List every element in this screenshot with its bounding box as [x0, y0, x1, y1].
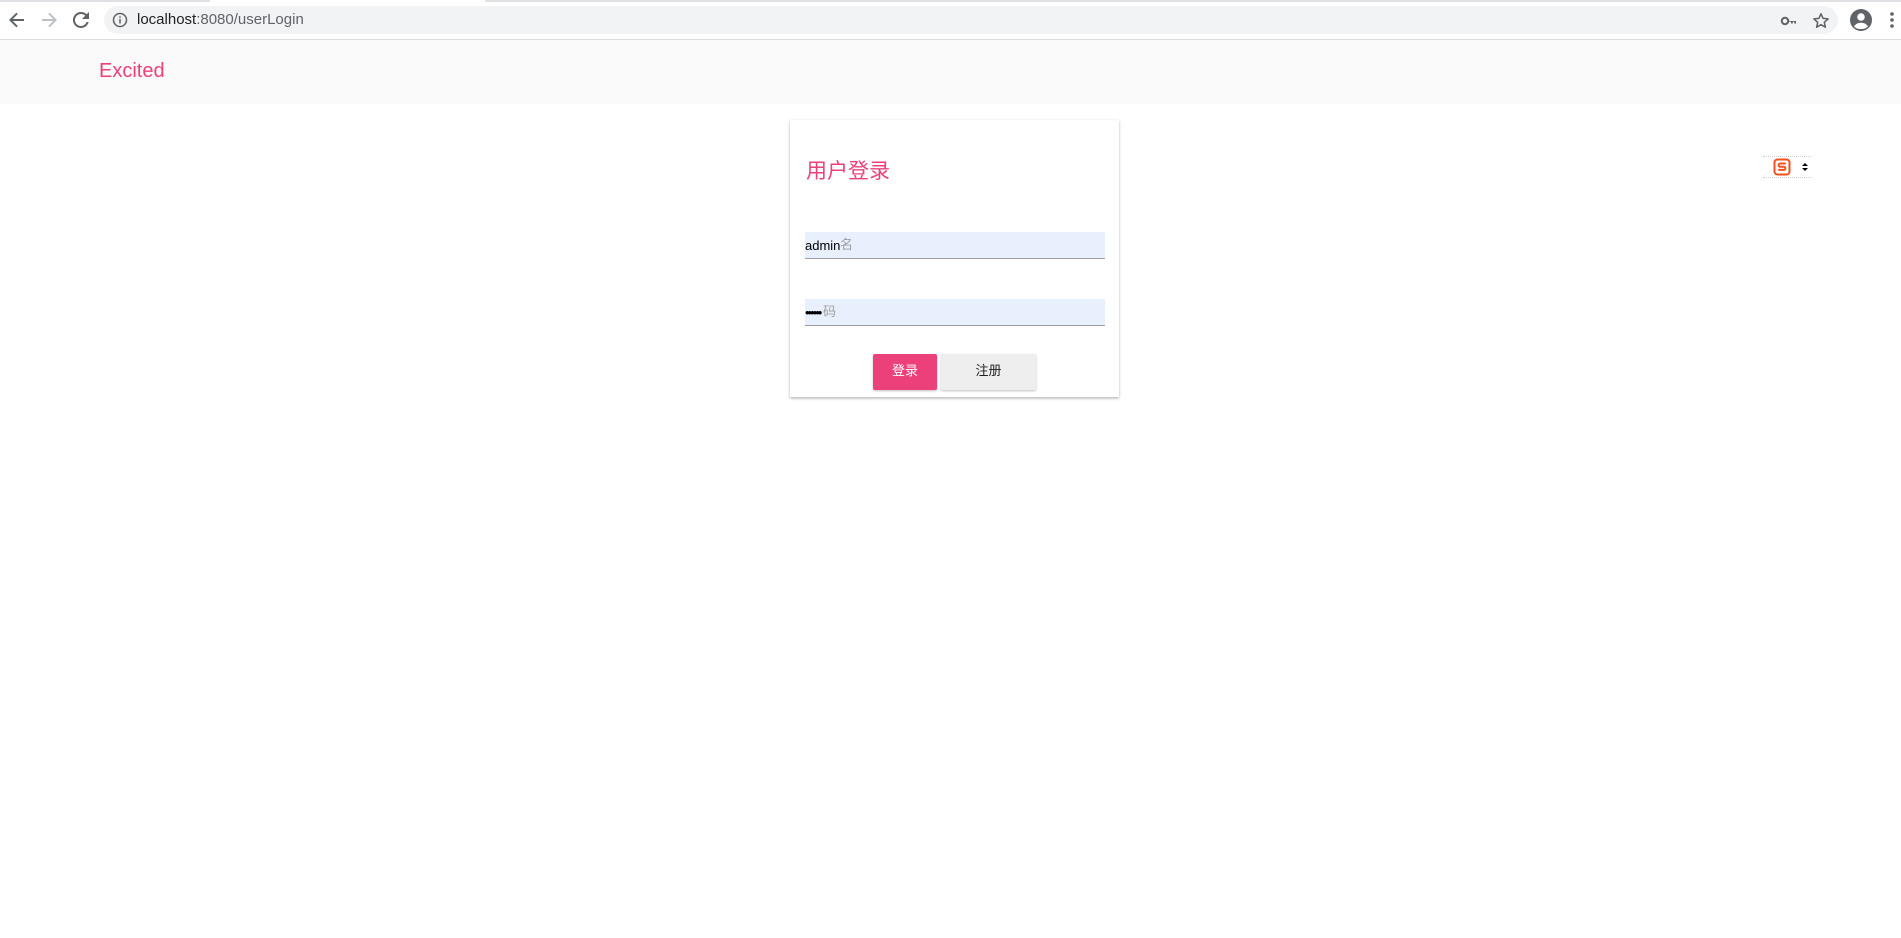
- username-hint: 名: [840, 238, 854, 253]
- back-button[interactable]: [5, 8, 29, 32]
- address-bar[interactable]: localhost:8080/userLogin: [104, 6, 1838, 34]
- url-text[interactable]: localhost:8080/userLogin: [137, 11, 304, 29]
- password-value: ••••••: [805, 305, 822, 320]
- tab-edge-right: [485, 0, 1901, 2]
- login-title: 用户登录: [806, 159, 890, 183]
- caret-icon[interactable]: [1801, 161, 1809, 173]
- back-arrow-icon: [9, 12, 24, 28]
- login-button[interactable]: 登录: [873, 354, 937, 390]
- username-input[interactable]: admin 名: [805, 232, 1105, 259]
- key-icon[interactable]: [1780, 12, 1798, 30]
- app-header: Excited: [0, 40, 1901, 104]
- tab-strip-edge: [0, 0, 1901, 2]
- password-hint: 码: [823, 305, 837, 320]
- brand-link[interactable]: Excited: [99, 59, 165, 83]
- password-input[interactable]: •••••• 码: [805, 299, 1105, 326]
- star-icon[interactable]: [1812, 12, 1830, 30]
- reload-icon: [73, 12, 89, 28]
- profile-icon[interactable]: [1849, 8, 1873, 32]
- info-icon[interactable]: [112, 12, 128, 28]
- forward-button[interactable]: [37, 8, 61, 32]
- forward-arrow-icon: [42, 12, 57, 28]
- ime-widget[interactable]: [1763, 156, 1811, 178]
- register-button[interactable]: 注册: [941, 354, 1036, 390]
- url-host: localhost: [137, 11, 197, 28]
- kebab-menu-icon[interactable]: [1887, 9, 1897, 31]
- username-value: admin: [805, 238, 841, 253]
- login-card: 用户登录 admin 名 •••••• 码 登录 注册: [790, 120, 1119, 397]
- tab-edge-left: [0, 0, 210, 2]
- sogou-s-icon: [1773, 158, 1791, 176]
- reload-button[interactable]: [69, 8, 93, 32]
- url-path: :8080/userLogin: [196, 11, 304, 28]
- browser-toolbar: localhost:8080/userLogin: [0, 0, 1901, 40]
